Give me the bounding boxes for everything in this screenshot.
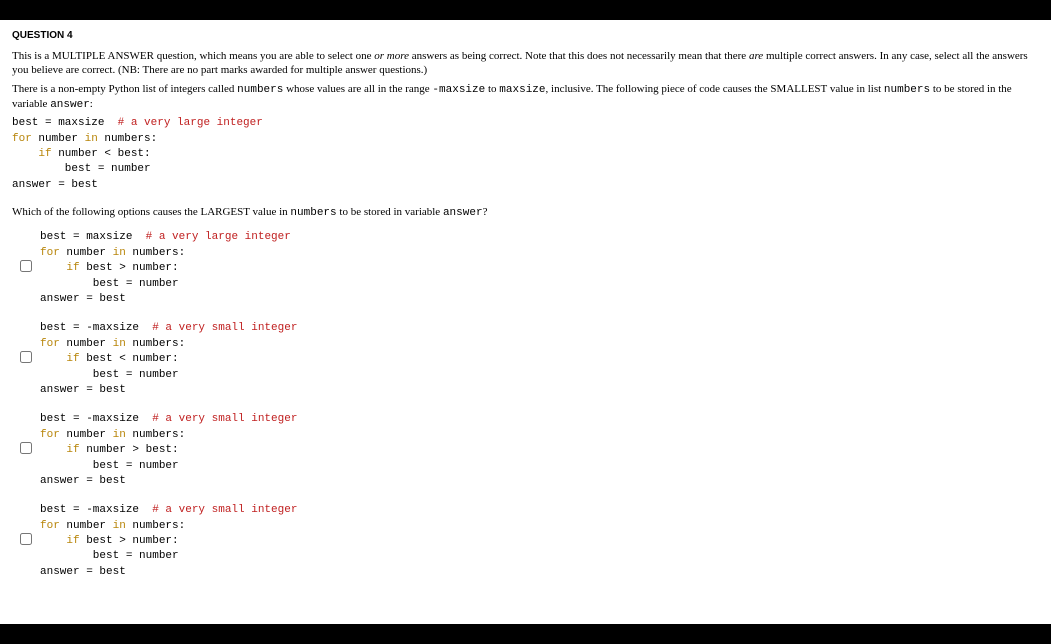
top-black-bar (0, 0, 1051, 20)
option-a: best = maxsize # a very large integer fo… (12, 230, 1039, 307)
code-text: best = number (40, 460, 179, 472)
code-text: number (60, 520, 113, 532)
code-keyword: if (38, 148, 51, 160)
text: answers as being correct. Note that this… (409, 50, 749, 62)
emph: are (749, 50, 763, 62)
code-inline: numbers (237, 84, 283, 96)
intro-paragraph-1: This is a MULTIPLE ANSWER question, whic… (12, 49, 1039, 78)
code-text: numbers: (98, 133, 157, 145)
text: whose values are all in the range (283, 83, 432, 95)
code-keyword: for (40, 338, 60, 350)
text: There is a non-empty Python list of inte… (12, 83, 237, 95)
question-page: QUESTION 4 This is a MULTIPLE ANSWER que… (0, 20, 1051, 624)
code-text: numbers: (126, 429, 185, 441)
text: , inclusive. The following piece of code… (546, 83, 884, 95)
text: Which of the following options causes th… (12, 206, 290, 218)
code-text: best > number: (80, 262, 179, 274)
code-inline: answer (50, 99, 90, 111)
code-keyword: for (12, 133, 32, 145)
option-c-checkbox[interactable] (20, 442, 32, 454)
code-text: best = -maxsize (40, 322, 152, 334)
option-d: best = -maxsize # a very small integer f… (12, 503, 1039, 580)
option-d-code: best = -maxsize # a very small integer f… (40, 503, 297, 580)
code-keyword: if (66, 353, 79, 365)
code-text: number < best: (52, 148, 151, 160)
code-text (12, 148, 38, 160)
code-text: answer = best (40, 566, 126, 578)
code-text: number (60, 338, 113, 350)
code-keyword: for (40, 429, 60, 441)
option-a-checkbox[interactable] (20, 260, 32, 272)
code-text: numbers: (126, 338, 185, 350)
code-text: best = number (40, 369, 179, 381)
code-text (40, 444, 66, 456)
text: ? (483, 206, 488, 218)
text: to be stored in variable (337, 206, 443, 218)
text: to (485, 83, 499, 95)
option-c-code: best = -maxsize # a very small integer f… (40, 412, 297, 489)
code-comment: # a very small integer (152, 413, 297, 425)
code-text: best < number: (80, 353, 179, 365)
emph: or more (374, 50, 409, 62)
question-number: QUESTION 4 (12, 30, 1039, 41)
code-comment: # a very small integer (152, 322, 297, 334)
text: : (90, 98, 93, 110)
code-text: best = number (40, 278, 179, 290)
code-keyword: in (113, 247, 126, 259)
option-d-checkbox[interactable] (20, 533, 32, 545)
code-text: answer = best (12, 179, 98, 191)
code-text: best = number (40, 550, 179, 562)
option-c: best = -maxsize # a very small integer f… (12, 412, 1039, 489)
option-a-code: best = maxsize # a very large integer fo… (40, 230, 291, 307)
code-inline: answer (443, 207, 483, 219)
code-text (40, 262, 66, 274)
code-comment: # a very large integer (118, 117, 263, 129)
code-keyword: if (66, 535, 79, 547)
code-keyword: for (40, 247, 60, 259)
bottom-black-bar (0, 624, 1051, 644)
code-keyword: if (66, 444, 79, 456)
code-text: best = -maxsize (40, 504, 152, 516)
code-text: best = maxsize (12, 117, 118, 129)
code-text: answer = best (40, 384, 126, 396)
code-text: best = number (12, 163, 151, 175)
code-text: number > best: (80, 444, 179, 456)
option-b-checkbox[interactable] (20, 351, 32, 363)
code-keyword: in (85, 133, 98, 145)
option-b-code: best = -maxsize # a very small integer f… (40, 321, 297, 398)
code-text (40, 535, 66, 547)
code-text: best > number: (80, 535, 179, 547)
code-text: number (60, 247, 113, 259)
code-inline: numbers (290, 207, 336, 219)
code-text: numbers: (126, 520, 185, 532)
text: This is a MULTIPLE ANSWER question, whic… (12, 50, 374, 62)
code-inline: numbers (884, 84, 930, 96)
code-comment: # a very small integer (152, 504, 297, 516)
code-text: best = -maxsize (40, 413, 152, 425)
option-b: best = -maxsize # a very small integer f… (12, 321, 1039, 398)
code-keyword: in (113, 338, 126, 350)
code-keyword: if (66, 262, 79, 274)
code-keyword: in (113, 429, 126, 441)
code-text: numbers: (126, 247, 185, 259)
code-text: answer = best (40, 475, 126, 487)
code-text: number (32, 133, 85, 145)
prompt-paragraph: Which of the following options causes th… (12, 205, 1039, 220)
sample-code-block: best = maxsize # a very large integer fo… (12, 116, 1039, 193)
code-comment: # a very large integer (146, 231, 291, 243)
code-text (40, 353, 66, 365)
code-text: number (60, 429, 113, 441)
code-inline: maxsize (499, 84, 545, 96)
code-keyword: in (113, 520, 126, 532)
intro-paragraph-2: There is a non-empty Python list of inte… (12, 82, 1039, 113)
code-inline: -maxsize (432, 84, 485, 96)
code-text: answer = best (40, 293, 126, 305)
code-keyword: for (40, 520, 60, 532)
code-text: best = maxsize (40, 231, 146, 243)
